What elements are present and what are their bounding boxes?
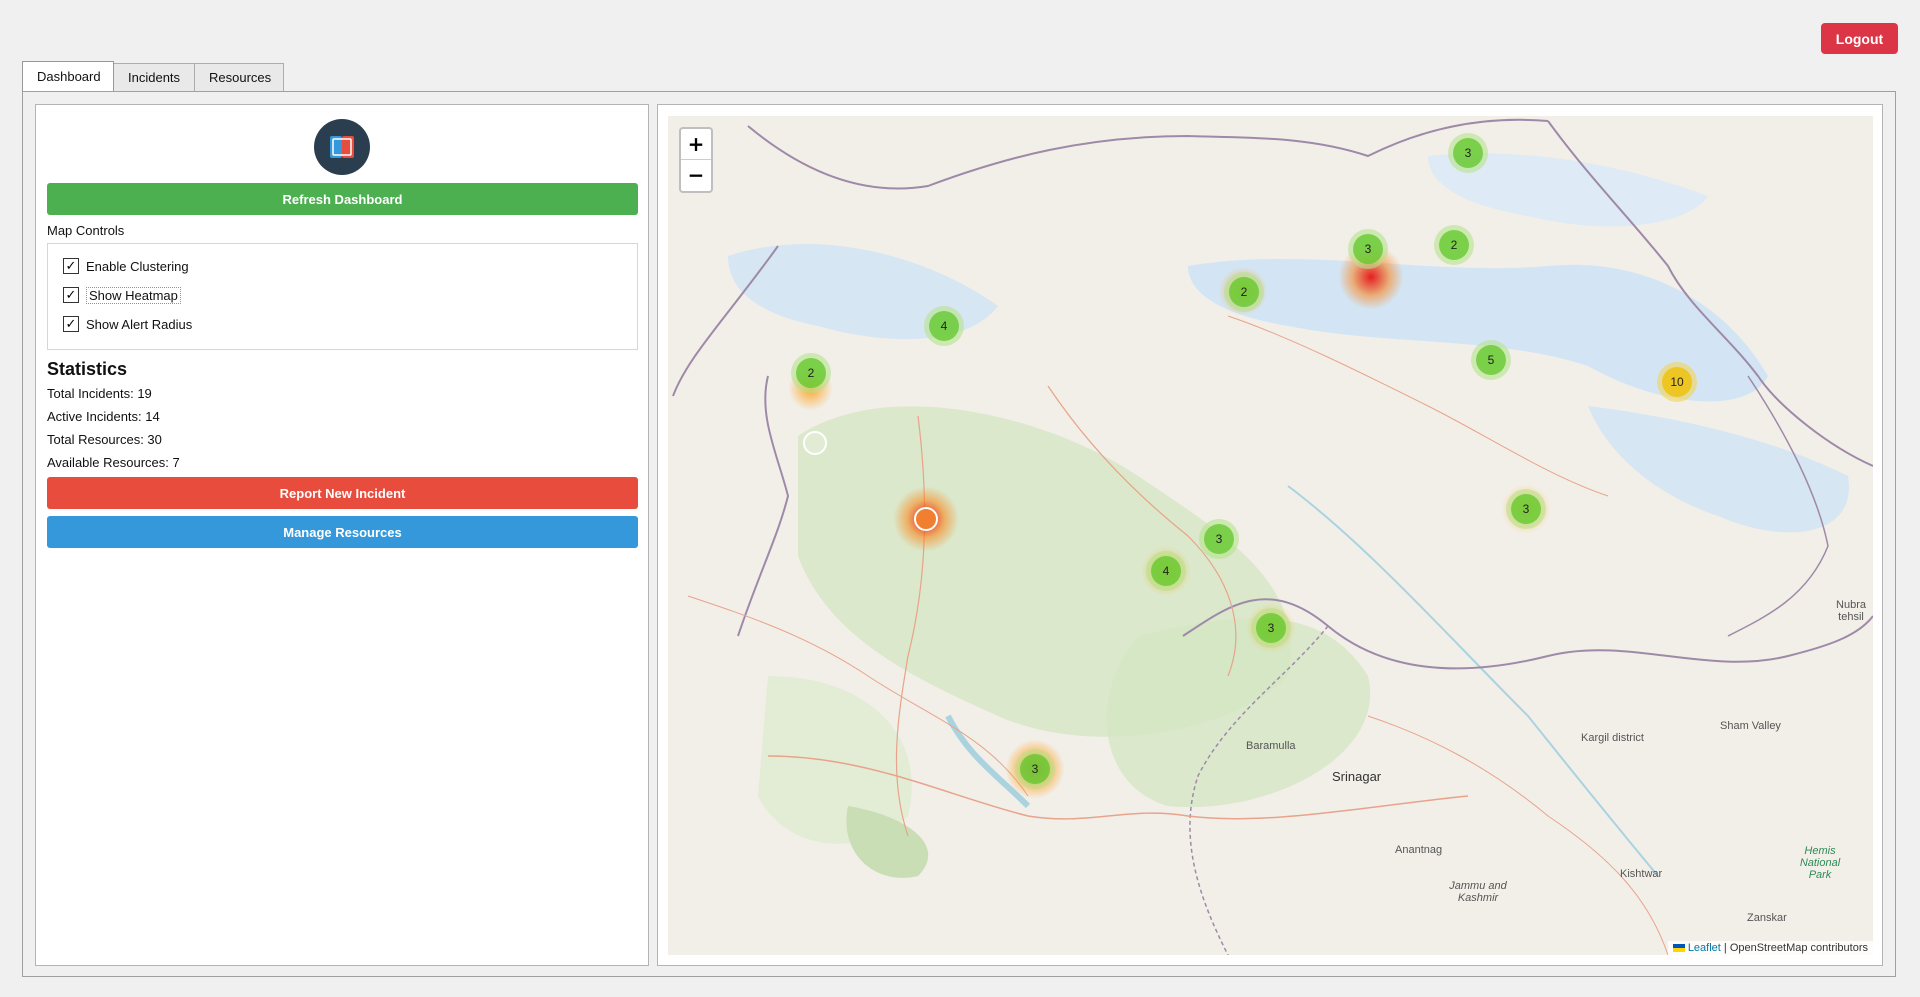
cluster-marker[interactable]: 3 [1204,524,1234,554]
app-logo [314,119,370,175]
map-label-srinagar: Srinagar [1332,769,1382,784]
cluster-marker[interactable]: 10 [1662,367,1692,397]
alert-radius-circle[interactable] [803,431,827,455]
map-label-jammu-kashmir: Jammu and Kashmir [1449,880,1507,904]
attribution-text: | OpenStreetMap contributors [1720,942,1868,954]
cluster-marker[interactable]: 2 [796,358,826,388]
tab-resources[interactable]: Resources [194,63,284,91]
refresh-dashboard-button[interactable]: Refresh Dashboard [47,183,638,215]
report-new-incident-button[interactable]: Report New Incident [47,477,638,509]
cluster-marker[interactable]: 3 [1020,754,1050,784]
cluster-marker[interactable]: 4 [929,311,959,341]
show-alert-radius-control[interactable]: ✓ Show Alert Radius [63,314,192,334]
alert-radius-circle[interactable] [914,507,938,531]
map-terrain [672,118,1873,955]
show-heatmap-control[interactable]: ✓ Show Heatmap [63,285,181,305]
cluster-marker[interactable]: 3 [1453,138,1483,168]
map-label-kargil: Kargil district [1581,732,1644,744]
map-label-nubra: Nubra tehsil [1836,599,1866,623]
enable-clustering-control[interactable]: ✓ Enable Clustering [63,256,189,276]
show-heatmap-label: Show Heatmap [86,286,181,304]
map-controls-group: ✓ Enable Clustering ✓ Show Heatmap ✓ Sho… [47,243,638,350]
manage-resources-button[interactable]: Manage Resources [47,516,638,548]
logout-button[interactable]: Logout [1821,23,1898,54]
map-controls-label: Map Controls [47,223,125,238]
map-label-hemis: Hemis National Park [1799,845,1841,881]
show-alert-radius-label: Show Alert Radius [86,316,193,332]
cluster-marker[interactable]: 3 [1256,613,1286,643]
cluster-marker[interactable]: 5 [1476,345,1506,375]
ukraine-flag-icon [1672,944,1685,953]
cluster-marker[interactable]: 4 [1151,556,1181,586]
sidebar-panel: Refresh Dashboard Map Controls ✓ Enable … [35,104,649,966]
map-label-baramulla: Baramulla [1246,740,1296,752]
stat-total-resources: Total Resources: 30 [47,432,162,447]
stat-available-resources: Available Resources: 7 [47,455,180,470]
tab-bar: Dashboard Incidents Resources [22,61,284,92]
map-canvas[interactable]: 3 2 3 2 4 5 10 2 3 3 4 3 3 Srinagar Bara… [668,116,1873,955]
cluster-marker[interactable]: 3 [1511,494,1541,524]
map-label-sham-valley: Sham Valley [1720,720,1781,732]
map-label-zanskar: Zanskar [1747,912,1787,924]
map-label-kishtwar: Kishtwar [1620,868,1663,880]
enable-clustering-checkbox[interactable]: ✓ [63,258,79,274]
enable-clustering-label: Enable Clustering [86,258,189,274]
tab-incidents[interactable]: Incidents [113,63,195,91]
zoom-in-button[interactable]: + [681,129,711,160]
tab-dashboard[interactable]: Dashboard [22,61,114,91]
cluster-marker[interactable]: 2 [1229,277,1259,307]
stat-active-incidents: Active Incidents: 14 [47,409,160,424]
show-alert-radius-checkbox[interactable]: ✓ [63,316,79,332]
cluster-marker[interactable]: 2 [1439,230,1469,260]
zoom-control: + − [679,127,713,193]
cluster-marker[interactable]: 3 [1353,234,1383,264]
leaflet-link[interactable]: Leaflet [1688,942,1721,954]
zoom-out-button[interactable]: − [681,160,711,190]
statistics-title: Statistics [47,359,128,379]
show-heatmap-checkbox[interactable]: ✓ [63,287,79,303]
map-attribution: Leaflet | OpenStreetMap contributors [1667,941,1873,955]
stat-total-incidents: Total Incidents: 19 [47,386,152,401]
map-label-anantnag: Anantnag [1395,844,1443,856]
